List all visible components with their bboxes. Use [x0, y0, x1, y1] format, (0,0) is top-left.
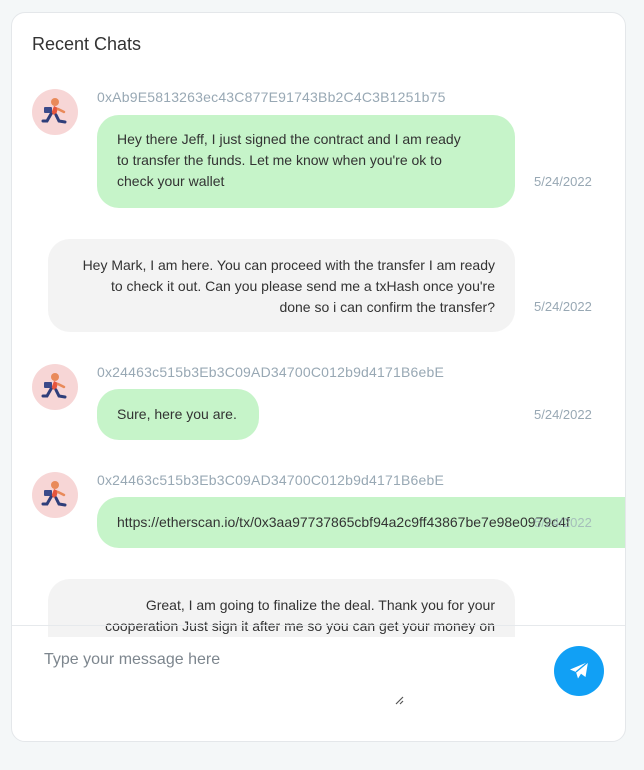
message-line: cooperation Just sign it after me so you…: [105, 618, 495, 634]
message-link[interactable]: https://etherscan.io/tx/0x3aa97737865cbf…: [117, 514, 570, 530]
sender-address: 0x24463c515b3Eb3C09AD34700C012b9d4171B6e…: [97, 472, 445, 488]
message-list[interactable]: Recent Chats 0xAb9E5813263ec43C877E91743…: [12, 13, 625, 637]
message-bubble: Hey Mark, I am here. You can proceed wit…: [48, 239, 515, 332]
sender-avatar[interactable]: [32, 89, 78, 135]
message-date: 5/24/2022: [534, 515, 592, 530]
sender-avatar[interactable]: [32, 364, 78, 410]
message-line: check your wallet: [117, 173, 225, 189]
message-input[interactable]: [32, 641, 406, 707]
message-line: to transfer the funds. Let me know when …: [117, 152, 442, 168]
sender-address: 0xAb9E5813263ec43C877E91743Bb2C4C3B1251b…: [97, 89, 446, 105]
message-bubble: Great, I am going to finalize the deal. …: [48, 579, 515, 637]
message-line: done so i can confirm the transfer?: [279, 299, 495, 315]
composer-divider: [12, 625, 625, 626]
message-bubble: Hey there Jeff, I just signed the contra…: [97, 115, 515, 208]
message-line: to check it out. Can you please send me …: [110, 278, 495, 294]
message-bubble: Sure, here you are.: [97, 389, 259, 440]
sender-address: 0x24463c515b3Eb3C09AD34700C012b9d4171B6e…: [97, 364, 445, 380]
message-line: Hey there Jeff, I just signed the contra…: [117, 131, 461, 147]
recent-chats-panel: Recent Chats 0xAb9E5813263ec43C877E91743…: [11, 12, 626, 742]
paper-plane-icon: [570, 661, 589, 679]
message-date: 5/24/2022: [534, 174, 592, 189]
message-date: 5/24/2022: [534, 407, 592, 422]
runner-with-laptop-icon: [41, 481, 67, 507]
resize-grip-icon[interactable]: [394, 695, 404, 705]
panel-title: Recent Chats: [32, 34, 142, 54]
runner-with-laptop-icon: [41, 98, 67, 124]
sender-avatar[interactable]: [32, 472, 78, 518]
message-line: Sure, here you are.: [117, 406, 237, 422]
message-date: 5/24/2022: [534, 299, 592, 314]
message-line: Great, I am going to finalize the deal. …: [145, 597, 495, 613]
message-line: Hey Mark, I am here. You can proceed wit…: [82, 257, 495, 273]
send-button[interactable]: [554, 646, 604, 696]
runner-with-laptop-icon: [41, 373, 67, 399]
